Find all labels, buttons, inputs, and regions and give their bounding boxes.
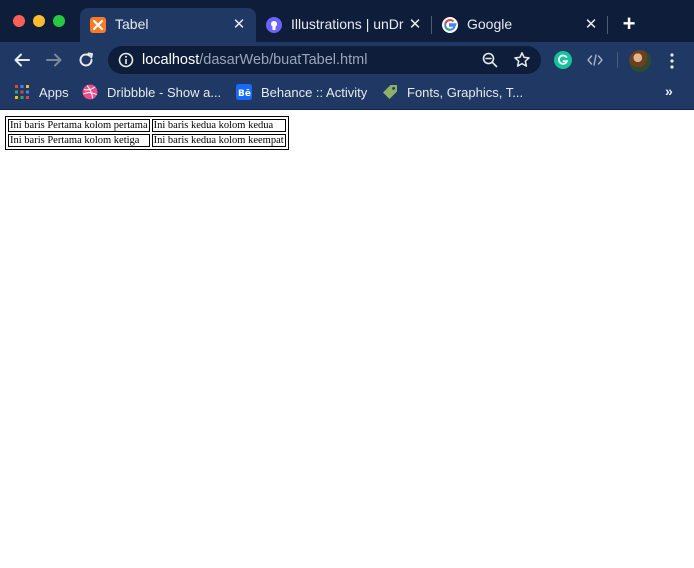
table-cell: Ini baris kedua kolom keempat	[151, 134, 286, 147]
bookmark-fonts-graphics[interactable]: Fonts, Graphics, T...	[382, 78, 523, 106]
info-icon[interactable]	[118, 52, 134, 68]
zoom-out-icon[interactable]	[482, 52, 498, 68]
profile-avatar[interactable]	[629, 50, 651, 72]
tab-divider	[607, 16, 608, 34]
arrow-left-icon	[14, 53, 30, 67]
grammarly-icon[interactable]	[554, 51, 572, 69]
tab-title: Illustrations | unDraw	[291, 16, 404, 32]
tag-icon	[383, 85, 397, 99]
forward-button[interactable]	[42, 48, 66, 72]
browser-tab-strip: Tabel ✕ Illustrations | unDraw ✕ Google …	[0, 0, 694, 42]
bookmark-label: Fonts, Graphics, T...	[407, 84, 524, 100]
close-icon[interactable]: ✕	[584, 17, 598, 32]
url-text: localhost/dasarWeb/buatTabel.html	[142, 46, 367, 74]
table-row: Ini baris Pertama kolom pertama Ini bari…	[8, 119, 286, 132]
close-icon[interactable]: ✕	[408, 17, 422, 32]
close-window-button[interactable]	[13, 15, 25, 27]
table-row: Ini baris Pertama kolom ketiga Ini baris…	[8, 134, 286, 147]
tab-google[interactable]: Google ✕	[432, 8, 608, 42]
bookmarks-bar: Apps Dribbble - Show a... Bē Behance :: …	[0, 78, 694, 110]
code-extension-icon[interactable]	[586, 51, 604, 69]
maximize-window-button[interactable]	[53, 15, 65, 27]
table-cell: Ini baris Pertama kolom pertama	[8, 119, 150, 132]
more-vertical-icon[interactable]	[666, 52, 678, 70]
bookmark-behance[interactable]: Bē Behance :: Activity	[236, 78, 367, 106]
bookmark-label: Dribbble - Show a...	[107, 84, 222, 100]
bookmarks-overflow-chevron-icon[interactable]: »	[665, 83, 673, 99]
browser-toolbar: localhost/dasarWeb/buatTabel.html	[0, 42, 694, 78]
dribbble-icon	[82, 84, 98, 100]
address-bar[interactable]: localhost/dasarWeb/buatTabel.html	[108, 46, 541, 74]
close-icon[interactable]: ✕	[232, 17, 246, 32]
table-cell: Ini baris kedua kolom kedua	[151, 119, 286, 132]
tab-tabel[interactable]: Tabel ✕	[80, 8, 256, 42]
star-icon[interactable]	[513, 51, 531, 69]
table-cell: Ini baris Pertama kolom ketiga	[8, 134, 150, 147]
url-host: localhost	[142, 52, 200, 68]
tab-title: Google	[467, 16, 513, 32]
google-icon	[442, 17, 458, 33]
back-button[interactable]	[10, 48, 34, 72]
xampp-icon	[90, 17, 106, 33]
behance-icon: Bē	[236, 84, 252, 100]
bookmark-dribbble[interactable]: Dribbble - Show a...	[82, 78, 221, 106]
bookmark-label: Apps	[39, 84, 69, 100]
apps-grid-icon	[15, 85, 29, 99]
svg-text:Bē: Bē	[238, 89, 251, 99]
bookmark-apps[interactable]: Apps	[14, 78, 69, 106]
tab-undraw[interactable]: Illustrations | unDraw ✕	[256, 8, 432, 42]
data-table: Ini baris Pertama kolom pertama Ini bari…	[5, 116, 289, 150]
url-path: /dasarWeb/buatTabel.html	[199, 52, 368, 68]
undraw-icon	[266, 17, 282, 33]
bookmark-label: Behance :: Activity	[261, 84, 368, 100]
minimize-window-button[interactable]	[33, 15, 45, 27]
reload-icon	[79, 52, 93, 67]
toolbar-divider	[617, 52, 618, 68]
reload-button[interactable]	[74, 48, 98, 72]
page-content: Ini baris Pertama kolom pertama Ini bari…	[0, 111, 694, 568]
new-tab-button[interactable]: +	[619, 13, 639, 35]
tab-title: Tabel	[115, 16, 149, 32]
arrow-right-icon	[46, 53, 62, 67]
